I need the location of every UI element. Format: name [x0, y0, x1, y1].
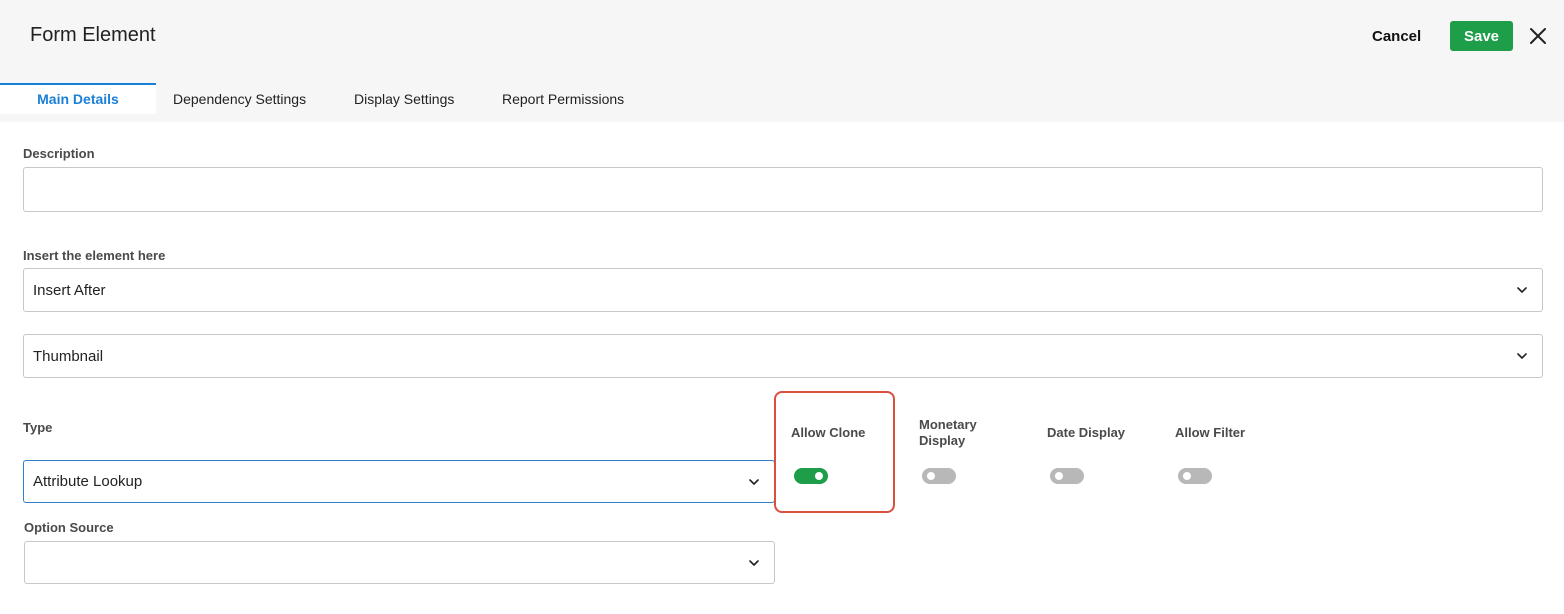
toggle-knob [1055, 472, 1063, 480]
type-label: Type [23, 420, 53, 435]
date-display-label: Date Display [1047, 425, 1126, 440]
tab-display-settings[interactable]: Display Settings [354, 83, 454, 114]
date-display-toggle[interactable] [1050, 468, 1084, 484]
description-label: Description [23, 146, 95, 161]
type-value: Attribute Lookup [33, 473, 143, 490]
option-source-select[interactable] [24, 541, 775, 584]
allow-filter-label: Allow Filter [1175, 425, 1246, 440]
page-title: Form Element [30, 24, 156, 46]
reference-element-select[interactable]: Thumbnail [23, 334, 1543, 378]
type-select[interactable]: Attribute Lookup [23, 460, 775, 503]
chevron-down-icon [1517, 353, 1527, 359]
header-bar: Form Element Cancel Save Main Details De… [0, 0, 1564, 122]
chevron-down-icon [749, 478, 759, 485]
allow-filter-toggle[interactable] [1178, 468, 1212, 484]
chevron-down-icon [749, 559, 759, 566]
reference-element-value: Thumbnail [33, 347, 104, 365]
allow-clone-toggle[interactable] [794, 468, 828, 484]
description-input[interactable] [23, 167, 1543, 212]
option-source-label: Option Source [24, 520, 114, 535]
monetary-display-toggle[interactable] [922, 468, 956, 484]
save-button[interactable]: Save [1450, 21, 1513, 51]
monetary-display-label: Monetary Display [919, 417, 977, 449]
insert-position-label: Insert the element here [23, 248, 166, 263]
tab-dependency-settings[interactable]: Dependency Settings [173, 83, 306, 114]
allow-clone-highlight [774, 391, 895, 513]
toggle-knob [927, 472, 935, 480]
chevron-down-icon [1517, 287, 1527, 293]
tab-main-details[interactable]: Main Details [0, 83, 156, 114]
monetary-display-label-line1: Monetary [919, 417, 977, 432]
tab-report-permissions[interactable]: Report Permissions [502, 83, 624, 114]
allow-clone-label: Allow Clone [791, 425, 866, 440]
toggle-knob [815, 472, 823, 480]
close-icon[interactable] [1527, 25, 1549, 47]
insert-position-value: Insert After [33, 281, 106, 299]
monetary-display-label-line2: Display [919, 433, 966, 448]
cancel-button[interactable]: Cancel [1364, 26, 1429, 47]
insert-position-select[interactable]: Insert After [23, 268, 1543, 312]
toggle-knob [1183, 472, 1191, 480]
